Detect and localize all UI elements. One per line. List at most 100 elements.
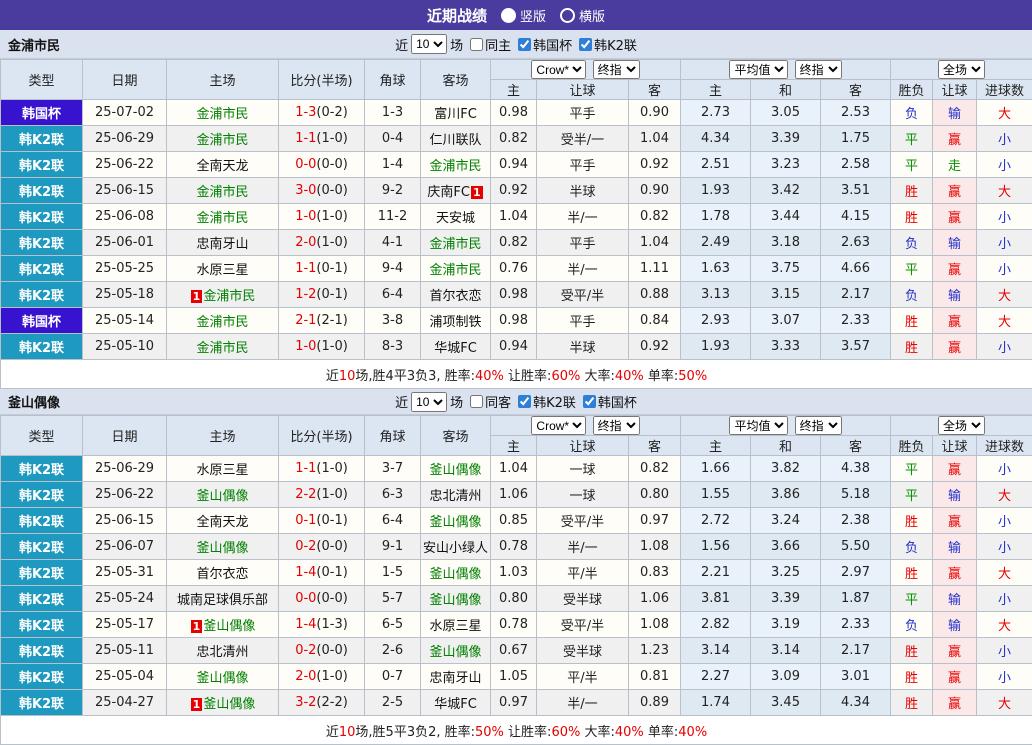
home-team-name: 釜山偶像 — [196, 541, 248, 556]
radio-unselected-icon — [560, 8, 575, 23]
league-filter-1[interactable]: 韩国杯 — [511, 35, 572, 54]
radio-horizontal-layout[interactable]: 横版 — [560, 6, 605, 25]
league-filter-2[interactable]: 韩国杯 — [576, 392, 637, 411]
same-venue-checkbox[interactable] — [470, 395, 483, 408]
match-row: 韩K2联25-05-10金浦市民1-0(1-0)8-3华城FC0.94半球0.9… — [1, 334, 1032, 360]
avg-home-cell: 2.49 — [681, 230, 751, 256]
final-odds-select[interactable]: 终指 — [795, 416, 842, 435]
away-team-name: 釜山偶像 — [429, 645, 481, 660]
col-odds-away: 客 — [629, 436, 681, 456]
stat-value: 50% — [475, 725, 504, 740]
result-wdl-cell: 平 — [891, 152, 933, 178]
col-odds-away: 客 — [629, 80, 681, 100]
fulltime-score: 0-0 — [295, 157, 316, 172]
result-handicap-cell: 赢 — [933, 690, 977, 716]
same-venue-filter[interactable]: 同客 — [463, 392, 511, 411]
odds-handicap-cell: 一球 — [537, 482, 629, 508]
radio-vertical-layout[interactable]: 竖版 — [501, 6, 546, 25]
result-goals-cell: 小 — [977, 638, 1032, 664]
avg-away-cell: 4.38 — [821, 456, 891, 482]
score-cell: 1-4(1-3) — [279, 612, 365, 638]
match-row: 韩K2联25-05-25水原三星1-1(0-1)9-4金浦市民0.76半/一1.… — [1, 256, 1032, 282]
result-goals-cell: 小 — [977, 334, 1032, 360]
avg-away-cell: 2.33 — [821, 612, 891, 638]
halftime-score: (1-0) — [316, 339, 347, 354]
radio-vertical-label: 竖版 — [520, 6, 546, 25]
stat-value: 60% — [551, 725, 580, 740]
result-goals-cell: 小 — [977, 126, 1032, 152]
corner-cell: 6-4 — [365, 508, 421, 534]
result-handicap-cell: 赢 — [933, 456, 977, 482]
stats-summary-line: 近10场,胜4平3负3, 胜率:40% 让胜率:60% 大率:40% 单率:50… — [1, 360, 1032, 389]
odds-handicap-cell: 平手 — [537, 230, 629, 256]
halftime-score: (1-3) — [316, 617, 347, 632]
avg-draw-cell: 3.07 — [751, 308, 821, 334]
match-type-cell: 韩K2联 — [1, 638, 83, 664]
corner-cell: 9-1 — [365, 534, 421, 560]
halftime-score: (1-0) — [316, 461, 347, 476]
final-odds-select[interactable]: 终指 — [593, 416, 640, 435]
checkbox-label: 同客 — [485, 392, 511, 411]
match-row: 韩K2联25-05-04釜山偶像2-0(1-0)0-7忠南牙山1.05平/半0.… — [1, 664, 1032, 690]
result-handicap-cell: 赢 — [933, 664, 977, 690]
col-avg-home: 主 — [681, 436, 751, 456]
match-row: 韩K2联25-06-15全南天龙0-1(0-1)6-4釜山偶像0.85受平/半0… — [1, 508, 1032, 534]
score-cell: 2-0(1-0) — [279, 230, 365, 256]
col-odds-handicap: 让球 — [537, 80, 629, 100]
league-filter-1[interactable]: 韩K2联 — [511, 392, 576, 411]
avg-away-cell: 2.53 — [821, 100, 891, 126]
away-team-cell: 庆南FC1 — [421, 178, 491, 204]
result-handicap-cell: 赢 — [933, 334, 977, 360]
match-count-select[interactable]: 10 — [411, 34, 447, 54]
avg-away-cell: 1.75 — [821, 126, 891, 152]
recent-results-page: 近期战绩 竖版 横版 金浦市民 近 10 场 同主 韩国杯 — [0, 0, 1032, 745]
bookmaker-select[interactable]: Crow* — [531, 60, 586, 79]
average-select[interactable]: 平均值 — [729, 60, 788, 79]
odds-home-cell: 0.82 — [491, 126, 537, 152]
final-odds-select[interactable]: 终指 — [593, 60, 640, 79]
fulltime-score: 1-1 — [295, 131, 316, 146]
league-checkbox[interactable] — [583, 395, 596, 408]
col-result-goals: 进球数 — [977, 436, 1032, 456]
matches-table-1: 类型 日期 主场 比分(半场) 角球 客场 Crow* 终指 平均值 终指 全场 — [0, 59, 1032, 389]
result-handicap-cell: 输 — [933, 586, 977, 612]
average-select[interactable]: 平均值 — [729, 416, 788, 435]
same-venue-filter[interactable]: 同主 — [463, 35, 511, 54]
match-row: 韩K2联25-06-15金浦市民3-0(0-0)9-2庆南FC10.92半球0.… — [1, 178, 1032, 204]
bookmaker-select[interactable]: Crow* — [531, 416, 586, 435]
final-odds-select[interactable]: 终指 — [795, 60, 842, 79]
corner-cell: 3-7 — [365, 456, 421, 482]
away-team-cell: 华城FC — [421, 334, 491, 360]
away-team-name: 华城FC — [434, 697, 477, 712]
score-cell: 3-2(2-2) — [279, 690, 365, 716]
date-cell: 25-05-04 — [83, 664, 167, 690]
home-team-name: 首尔衣恋 — [196, 567, 248, 582]
odds-away-cell: 1.06 — [629, 586, 681, 612]
odds-home-cell: 0.94 — [491, 152, 537, 178]
stats-summary-line: 近10场,胜5平3负2, 胜率:50% 让胜率:60% 大率:40% 单率:40… — [1, 716, 1032, 745]
score-cell: 1-1(0-1) — [279, 256, 365, 282]
match-count-select[interactable]: 10 — [411, 392, 447, 412]
home-team-name: 金浦市民 — [196, 341, 248, 356]
top-title-bar: 近期战绩 竖版 横版 — [0, 0, 1032, 30]
league-filter-2[interactable]: 韩K2联 — [572, 35, 637, 54]
league-checkbox[interactable] — [579, 38, 592, 51]
full-match-select[interactable]: 全场 — [938, 60, 985, 79]
score-cell: 0-0(0-0) — [279, 152, 365, 178]
odds-handicap-cell: 平/半 — [537, 664, 629, 690]
match-row: 韩K2联25-06-22釜山偶像2-2(1-0)6-3忠北清州1.06一球0.8… — [1, 482, 1032, 508]
home-team-name: 金浦市民 — [196, 107, 248, 122]
match-type-cell: 韩K2联 — [1, 690, 83, 716]
odds-home-cell: 0.82 — [491, 230, 537, 256]
full-match-select[interactable]: 全场 — [938, 416, 985, 435]
away-team-cell: 天安城 — [421, 204, 491, 230]
halftime-score: (1-0) — [316, 487, 347, 502]
league-checkbox[interactable] — [518, 395, 531, 408]
same-venue-checkbox[interactable] — [470, 38, 483, 51]
col-home: 主场 — [167, 416, 279, 456]
result-wdl-cell: 胜 — [891, 560, 933, 586]
league-checkbox[interactable] — [518, 38, 531, 51]
matches-table-2: 类型 日期 主场 比分(半场) 角球 客场 Crow* 终指 平均值 终指 全场 — [0, 415, 1032, 745]
odds-away-cell: 0.80 — [629, 482, 681, 508]
odds-away-cell: 0.97 — [629, 508, 681, 534]
